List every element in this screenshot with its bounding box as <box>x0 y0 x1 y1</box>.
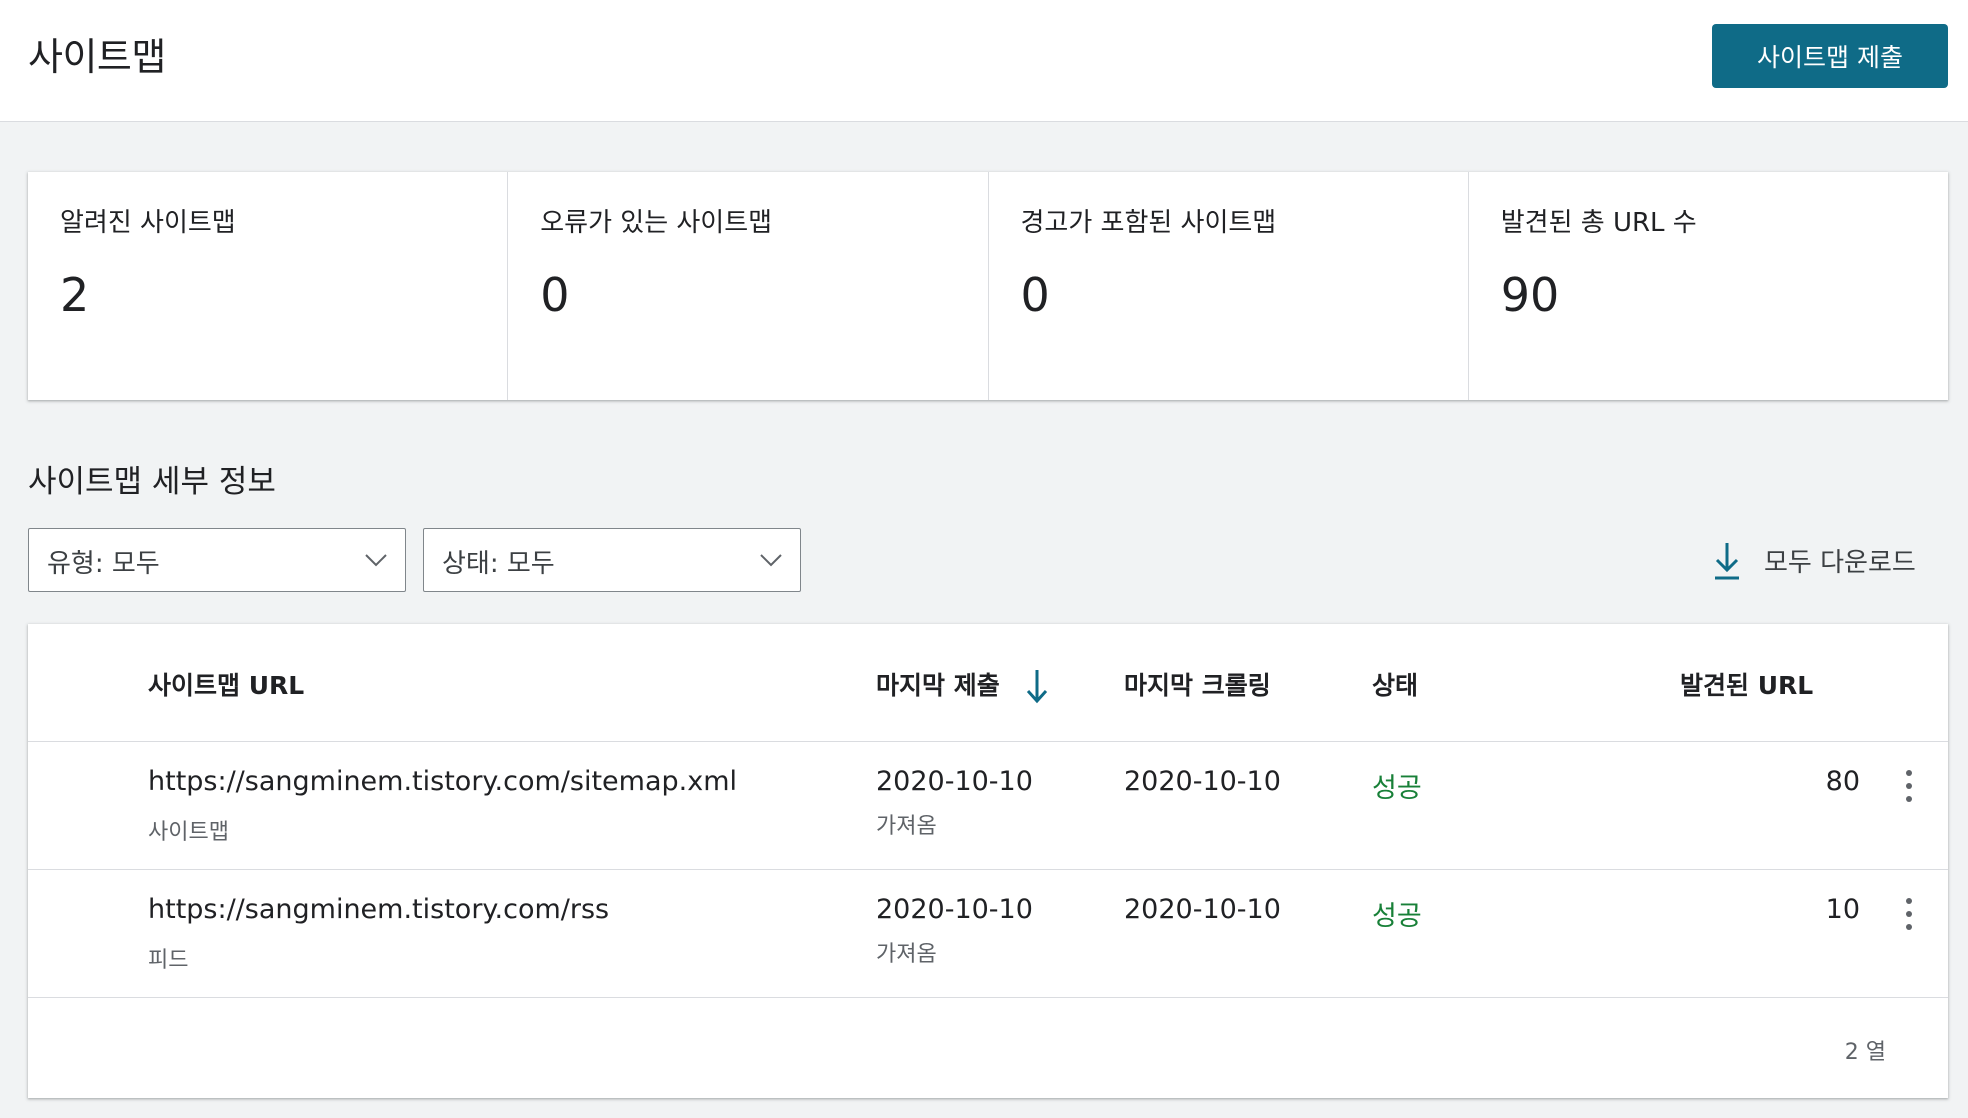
sitemap-type: 사이트맵 <box>148 820 229 845</box>
section-title: 사이트맵 세부 정보 <box>28 464 276 500</box>
summary-panel: 알려진 사이트맵 2 오류가 있는 사이트맵 0 경고가 포함된 사이트맵 0 … <box>28 172 1948 400</box>
summary-card-errors: 오류가 있는 사이트맵 0 <box>508 172 989 400</box>
status-text: 성공 <box>1372 773 1422 804</box>
download-all-button[interactable]: 모두 다운로드 <box>1710 536 1916 584</box>
summary-label: 경고가 포함된 사이트맵 <box>1020 208 1277 238</box>
filter-label: 유형: 모두 <box>47 549 160 579</box>
column-header-url[interactable]: 사이트맵 URL <box>148 666 304 702</box>
filter-label: 상태: 모두 <box>442 549 555 579</box>
type-filter-dropdown[interactable]: 유형: 모두 <box>28 528 406 592</box>
last-submitted-date: 2020-10-10 <box>876 766 1033 797</box>
sort-arrow-down-icon[interactable] <box>1024 666 1050 706</box>
summary-label: 알려진 사이트맵 <box>60 208 236 238</box>
status-text: 성공 <box>1372 901 1422 932</box>
sitemap-url[interactable]: https://sangminem.tistory.com/sitemap.xm… <box>148 766 737 797</box>
summary-card-known: 알려진 사이트맵 2 <box>28 172 509 400</box>
summary-value: 90 <box>1500 268 1560 322</box>
last-submitted-sub: 가져옴 <box>876 942 937 967</box>
top-bar: 사이트맵 사이트맵 제출 <box>0 0 1968 122</box>
summary-value: 0 <box>1020 268 1050 322</box>
summary-label: 오류가 있는 사이트맵 <box>540 208 773 238</box>
sitemap-url[interactable]: https://sangminem.tistory.com/rss <box>148 894 609 925</box>
summary-card-total-urls: 발견된 총 URL 수 90 <box>1469 172 1948 400</box>
status-filter-dropdown[interactable]: 상태: 모두 <box>423 528 801 592</box>
download-all-label: 모두 다운로드 <box>1764 547 1916 578</box>
column-header-last-crawled[interactable]: 마지막 크롤링 <box>1124 666 1271 702</box>
column-header-last-submitted[interactable]: 마지막 제출 <box>876 666 1000 702</box>
sitemap-type: 피드 <box>148 948 189 973</box>
more-vert-icon[interactable] <box>1894 764 1924 808</box>
last-crawled-date: 2020-10-10 <box>1124 894 1281 925</box>
submit-sitemap-button[interactable]: 사이트맵 제출 <box>1712 24 1948 88</box>
last-submitted-sub: 가져옴 <box>876 814 937 839</box>
table-header: 사이트맵 URL 마지막 제출 마지막 크롤링 상태 발견된 URL <box>28 624 1948 742</box>
page-title: 사이트맵 <box>28 35 166 79</box>
discovered-url-count: 80 <box>1825 766 1860 797</box>
sitemap-table: 사이트맵 URL 마지막 제출 마지막 크롤링 상태 발견된 URL https… <box>28 624 1948 1098</box>
table-row[interactable]: https://sangminem.tistory.com/rss 피드 202… <box>28 870 1948 998</box>
summary-label: 발견된 총 URL 수 <box>1500 208 1697 238</box>
last-crawled-date: 2020-10-10 <box>1124 766 1281 797</box>
summary-card-warnings: 경고가 포함된 사이트맵 0 <box>989 172 1469 400</box>
download-icon <box>1715 543 1739 580</box>
discovered-url-count: 10 <box>1825 894 1860 925</box>
summary-value: 2 <box>60 268 90 322</box>
summary-value: 0 <box>540 268 570 322</box>
more-vert-icon[interactable] <box>1894 892 1924 936</box>
column-header-discovered-urls[interactable]: 발견된 URL <box>1680 666 1813 702</box>
row-count: 2 열 <box>1844 1040 1886 1065</box>
chevron-down-icon <box>365 554 387 567</box>
table-row[interactable]: https://sangminem.tistory.com/sitemap.xm… <box>28 742 1948 870</box>
last-submitted-date: 2020-10-10 <box>876 894 1033 925</box>
chevron-down-icon <box>760 554 782 567</box>
column-header-status[interactable]: 상태 <box>1372 666 1418 702</box>
